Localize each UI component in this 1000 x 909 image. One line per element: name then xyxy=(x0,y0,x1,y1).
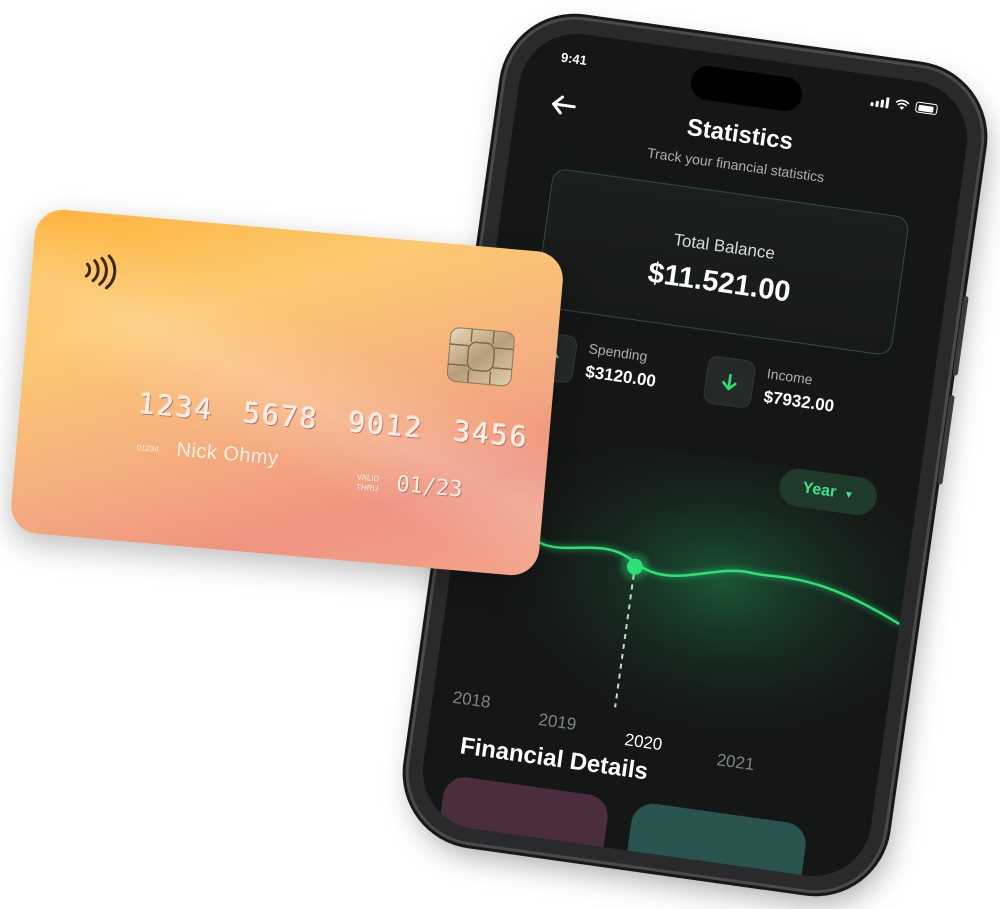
signal-icon xyxy=(870,95,890,109)
arrow-down-icon xyxy=(702,354,757,410)
status-time: 9:41 xyxy=(560,49,588,69)
total-balance-card: Total Balance $11.521.00 xyxy=(534,167,911,357)
income-stat[interactable]: Income $7932.00 xyxy=(702,354,887,430)
year-dropdown-label: Year xyxy=(801,479,838,501)
valid-thru-label: VALID THRU xyxy=(356,472,380,494)
income-value: $7932.00 xyxy=(762,387,836,416)
spending-label: Spending xyxy=(587,340,649,365)
thru-label: THRU xyxy=(355,482,379,494)
wifi-icon xyxy=(895,99,910,110)
card-number-group: 5678 xyxy=(242,396,321,436)
card-number-group: 1234 xyxy=(137,387,216,427)
spending-value: $3120.00 xyxy=(584,362,658,391)
card-number-group: 9012 xyxy=(347,405,426,445)
card-number-group: 3456 xyxy=(452,414,531,455)
battery-icon xyxy=(914,101,939,116)
card-holder-name: Nick Ohmy xyxy=(175,438,280,470)
contactless-icon xyxy=(84,254,117,290)
chip-icon xyxy=(446,327,515,387)
caret-down-icon: ▼ xyxy=(843,488,855,501)
income-label: Income xyxy=(765,365,814,388)
card-expiry: 01/23 xyxy=(395,471,464,503)
card-small-number: 01234 xyxy=(136,443,160,455)
credit-card: 1234 5678 9012 3456 01234 Nick Ohmy VALI… xyxy=(8,207,566,578)
dynamic-island xyxy=(688,63,805,114)
status-icons xyxy=(870,95,939,116)
